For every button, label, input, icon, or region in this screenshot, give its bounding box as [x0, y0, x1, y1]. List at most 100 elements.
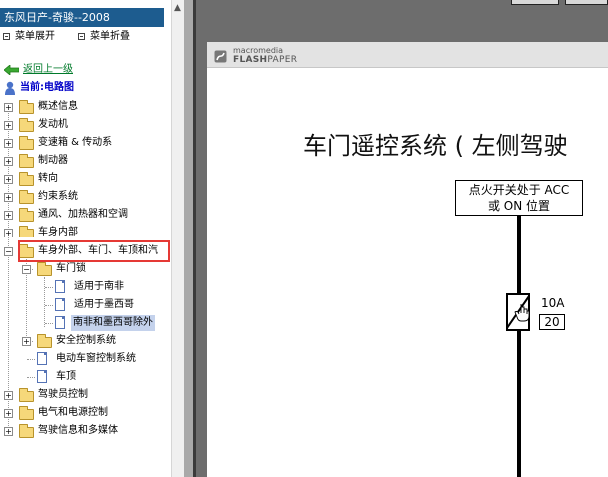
back-link[interactable]: 返回上一级 [23, 62, 73, 78]
tree-item-label: 驾驶信息和多媒体 [38, 425, 118, 436]
tree-item[interactable]: + 转向 [0, 171, 170, 187]
tree-item-label: 驾驶员控制 [38, 389, 88, 400]
folder-icon [19, 388, 34, 402]
folder-icon [19, 208, 34, 222]
folder-icon [19, 172, 34, 186]
wire [517, 216, 521, 294]
brand-paper: PAPER [267, 55, 298, 65]
wire [517, 332, 521, 477]
tree-item[interactable]: + 制动器 [0, 153, 170, 169]
document-page [207, 42, 608, 477]
document-icon [37, 370, 47, 383]
folder-icon [19, 118, 34, 132]
expand-all-button[interactable]: 菜单展开 [3, 30, 55, 44]
fuse-rating: 10A [541, 296, 565, 310]
folder-icon [19, 100, 34, 114]
tree-item-label: 约束系统 [38, 191, 78, 202]
expand-toggle-icon[interactable]: + [4, 391, 13, 400]
tree-item[interactable]: + 约束系统 [0, 189, 170, 205]
folder-icon [19, 406, 34, 420]
document-icon [37, 352, 47, 365]
tree-leaf-label: 南非和墨西哥除外 [71, 315, 155, 331]
folder-icon [19, 226, 34, 237]
ignition-switch-box: 点火开关处于 ACC 或 ON 位置 [455, 180, 583, 216]
diagram-title: 车门遥控系统 ( 左侧驾驶 [303, 132, 568, 160]
tree-leaf-label: 适用于南非 [74, 281, 124, 292]
current-location-label: 当前:电路图 [20, 82, 74, 93]
tree-leaf[interactable]: 车顶 [0, 369, 170, 385]
ignition-switch-line1: 点火开关处于 ACC [468, 183, 570, 197]
expand-toggle-icon[interactable]: + [4, 409, 13, 418]
brand-macromedia: macromedia [233, 46, 284, 55]
tree-item-label: 电气和电源控制 [38, 407, 108, 418]
collapse-toggle-icon[interactable]: − [4, 247, 13, 256]
tree-item[interactable]: + 通风、加热器和空调 [0, 207, 170, 223]
document-icon [55, 280, 65, 293]
document-icon [55, 298, 65, 311]
fuse-icon [506, 290, 530, 334]
expand-toggle-icon[interactable]: + [4, 229, 13, 237]
app-title: 东风日产-奇骏--2008 [0, 8, 164, 27]
ignition-switch-line2: 或 ON 位置 [487, 199, 551, 213]
expand-toggle-icon[interactable]: + [4, 103, 13, 112]
expand-toggle-icon[interactable]: + [22, 337, 31, 346]
expand-toggle-icon[interactable]: + [4, 427, 13, 436]
document-icon [55, 316, 65, 329]
tree-leaf-label: 车顶 [56, 371, 76, 382]
tree-item-label: 变速箱 & 传动系 [38, 137, 113, 148]
back-arrow-icon [4, 65, 19, 75]
folder-icon [19, 190, 34, 204]
collapse-all-button[interactable]: 菜单折叠 [78, 30, 130, 44]
collapse-all-label: 菜单折叠 [90, 31, 130, 42]
expand-toggle-icon[interactable]: + [4, 211, 13, 220]
tree-item[interactable]: + 发动机 [0, 117, 170, 133]
tree-leaf-label: 适用于墨西哥 [74, 299, 134, 310]
tree-item[interactable]: + 安全控制系统 [0, 333, 170, 349]
tree-item-label: 车身内部 [38, 227, 78, 237]
tree-item-expanded[interactable]: − 车门锁 [0, 261, 170, 277]
flashpaper-logo-icon [214, 50, 227, 63]
open-folder-icon [37, 262, 52, 276]
folder-icon [19, 154, 34, 168]
tree-item-label: 安全控制系统 [56, 335, 116, 346]
brand-flash: FLASH [233, 55, 268, 65]
tree-leaf[interactable]: 适用于墨西哥 [0, 297, 170, 313]
expand-all-label: 菜单展开 [15, 31, 55, 42]
toolbar-button[interactable] [565, 0, 608, 5]
collapse-icon [78, 33, 85, 40]
tree-item-label: 车门锁 [56, 263, 86, 274]
toolbar-button[interactable] [511, 0, 559, 5]
folder-icon [19, 424, 34, 438]
tree-item-label: 转向 [38, 173, 58, 184]
tree-item-label: 通风、加热器和空调 [38, 209, 128, 220]
navigation-pane: 东风日产-奇骏--2008 菜单展开 菜单折叠 返回上一级 当前:电路图 + 概… [0, 0, 184, 477]
expand-toggle-icon[interactable]: + [4, 175, 13, 184]
scroll-up-icon[interactable]: ▲ [171, 0, 184, 16]
expand-toggle-icon[interactable]: + [4, 121, 13, 130]
tree-item[interactable]: + 驾驶员控制 [0, 387, 170, 403]
tree-leaf-selected[interactable]: 南非和墨西哥除外 [0, 315, 170, 331]
fuse-number: 20 [539, 314, 565, 330]
brand-flashpaper: FLASHPAPER [233, 55, 297, 65]
expand-toggle-icon[interactable]: + [4, 157, 13, 166]
tree-item[interactable]: + 驾驶信息和多媒体 [0, 423, 170, 439]
expand-toggle-icon[interactable]: + [4, 193, 13, 202]
folder-icon [19, 136, 34, 150]
tree-scrollbar[interactable] [171, 0, 185, 477]
tree-item-label: 制动器 [38, 155, 68, 166]
highlight-annotation [18, 240, 170, 262]
expand-icon [3, 33, 10, 40]
folder-icon [37, 334, 52, 348]
tree-leaf[interactable]: 适用于南非 [0, 279, 170, 295]
tree-item[interactable]: + 车身内部 [0, 225, 170, 237]
tree-item[interactable]: + 电气和电源控制 [0, 405, 170, 421]
tree-item[interactable]: + 变速箱 & 传动系 [0, 135, 170, 151]
user-icon [5, 81, 15, 95]
tree-item-label: 概述信息 [38, 101, 78, 112]
expand-toggle-icon[interactable]: + [4, 139, 13, 148]
collapse-toggle-icon[interactable]: − [22, 265, 31, 274]
tree-item[interactable]: + 概述信息 [0, 99, 170, 115]
tree-leaf[interactable]: 电动车窗控制系统 [0, 351, 170, 367]
tree-item-label: 发动机 [38, 119, 68, 130]
tree-leaf-label: 电动车窗控制系统 [56, 353, 136, 364]
